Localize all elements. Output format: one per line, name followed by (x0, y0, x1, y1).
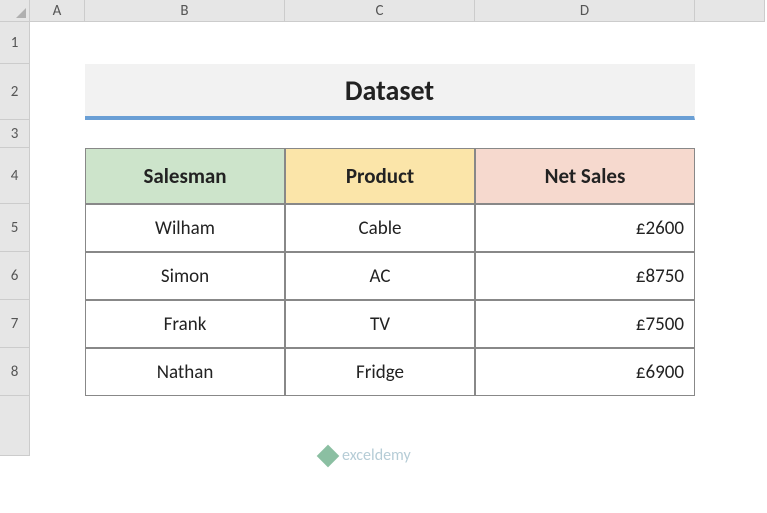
header-product[interactable]: Product (285, 148, 475, 204)
column-headers: A B C D (30, 0, 765, 22)
cell-a5[interactable] (30, 204, 85, 252)
cell-netsales-2[interactable]: £7500 (475, 300, 695, 348)
cell-d3[interactable] (475, 120, 695, 148)
cell-a6[interactable] (30, 252, 85, 300)
cell-product-1[interactable]: AC (285, 252, 475, 300)
col-header-d[interactable]: D (475, 0, 695, 22)
row-header-6[interactable]: 6 (0, 252, 30, 300)
col-header-c[interactable]: C (285, 0, 475, 22)
watermark-icon (317, 444, 340, 467)
cell-d1[interactable] (475, 22, 695, 64)
cell-b9[interactable] (85, 396, 285, 456)
row-header-1[interactable]: 1 (0, 22, 30, 64)
cell-e5[interactable] (695, 204, 765, 252)
row-header-8[interactable]: 8 (0, 348, 30, 396)
row-header-3[interactable]: 3 (0, 120, 30, 148)
select-all-corner[interactable] (0, 0, 30, 22)
cell-e8[interactable] (695, 348, 765, 396)
cell-a4[interactable] (30, 148, 85, 204)
col-header-e[interactable] (695, 0, 765, 22)
title-cell[interactable]: Dataset (85, 64, 695, 120)
cell-salesman-2[interactable]: Frank (85, 300, 285, 348)
cell-d9[interactable] (475, 396, 695, 456)
watermark: exceldemy (320, 446, 411, 465)
cell-netsales-0[interactable]: £2600 (475, 204, 695, 252)
cell-netsales-1[interactable]: £8750 (475, 252, 695, 300)
row-header-4[interactable]: 4 (0, 148, 30, 204)
cell-e3[interactable] (695, 120, 765, 148)
cell-c1[interactable] (285, 22, 475, 64)
cell-b3[interactable] (85, 120, 285, 148)
grid: Dataset Salesman Product Net Sales Wilha… (30, 22, 765, 456)
row-header-9[interactable] (0, 396, 30, 456)
cell-c3[interactable] (285, 120, 475, 148)
cell-product-2[interactable]: TV (285, 300, 475, 348)
cell-salesman-0[interactable]: Wilham (85, 204, 285, 252)
cell-netsales-3[interactable]: £6900 (475, 348, 695, 396)
row-header-5[interactable]: 5 (0, 204, 30, 252)
cell-e2[interactable] (695, 64, 765, 120)
cell-product-0[interactable]: Cable (285, 204, 475, 252)
cell-a8[interactable] (30, 348, 85, 396)
cell-product-3[interactable]: Fridge (285, 348, 475, 396)
row-headers: 1 2 3 4 5 6 7 8 (0, 22, 30, 456)
cell-e4[interactable] (695, 148, 765, 204)
cell-a1[interactable] (30, 22, 85, 64)
cell-e7[interactable] (695, 300, 765, 348)
cell-a7[interactable] (30, 300, 85, 348)
header-net-sales[interactable]: Net Sales (475, 148, 695, 204)
cell-a9[interactable] (30, 396, 85, 456)
row-header-7[interactable]: 7 (0, 300, 30, 348)
cell-a3[interactable] (30, 120, 85, 148)
row-header-2[interactable]: 2 (0, 64, 30, 120)
cell-e9[interactable] (695, 396, 765, 456)
col-header-b[interactable]: B (85, 0, 285, 22)
cell-e1[interactable] (695, 22, 765, 64)
cell-salesman-3[interactable]: Nathan (85, 348, 285, 396)
cell-b1[interactable] (85, 22, 285, 64)
header-salesman[interactable]: Salesman (85, 148, 285, 204)
watermark-text: exceldemy (342, 446, 411, 465)
cell-a2[interactable] (30, 64, 85, 120)
cell-e6[interactable] (695, 252, 765, 300)
col-header-a[interactable]: A (30, 0, 85, 22)
cell-salesman-1[interactable]: Simon (85, 252, 285, 300)
